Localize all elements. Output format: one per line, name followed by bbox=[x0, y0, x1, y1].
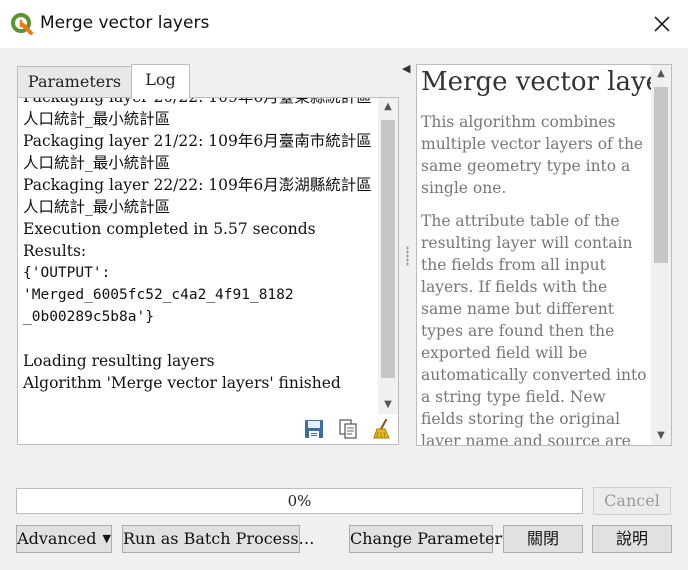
log-line: Results: bbox=[23, 242, 87, 260]
advanced-label: Advanced bbox=[17, 529, 97, 548]
help-scrollbar[interactable]: ▲ ▼ bbox=[651, 65, 671, 445]
help-title: Merge vector layers bbox=[421, 67, 672, 97]
qgis-icon bbox=[11, 13, 33, 35]
log-line: Packaging layer 22/22: 109年6月澎湖縣統計區 bbox=[23, 176, 372, 194]
log-panel: Packaging layer 20/22: 109年6月臺東縣統計區 人口統計… bbox=[17, 97, 399, 445]
log-line: Algorithm 'Merge vector layers' finished bbox=[23, 374, 341, 392]
help-paragraph: The attribute table of the resulting lay… bbox=[421, 212, 647, 446]
log-line: 人口統計_最小統計區 bbox=[23, 198, 171, 216]
progress-bar: 0% bbox=[16, 488, 583, 514]
save-icon[interactable] bbox=[303, 418, 325, 440]
log-toolbar bbox=[18, 414, 398, 444]
help-button[interactable]: 說明 bbox=[592, 525, 672, 553]
scrollbar-thumb[interactable] bbox=[654, 87, 668, 263]
window-title: Merge vector layers bbox=[40, 13, 210, 33]
log-line: Execution completed in 5.57 seconds bbox=[23, 220, 316, 238]
cancel-button[interactable]: Cancel bbox=[593, 487, 671, 515]
tab-parameters[interactable]: Parameters bbox=[17, 66, 132, 98]
tab-log[interactable]: Log bbox=[131, 64, 190, 99]
scrollbar-thumb[interactable] bbox=[381, 120, 395, 378]
collapse-arrow-icon[interactable]: ◀ bbox=[402, 62, 410, 75]
scroll-up-arrow-icon[interactable]: ▲ bbox=[651, 65, 671, 83]
scroll-down-arrow-icon[interactable]: ▼ bbox=[378, 396, 398, 414]
log-line: Loading resulting layers bbox=[23, 352, 215, 370]
log-line: Packaging layer 21/22: 109年6月臺南市統計區 bbox=[23, 132, 372, 150]
result-line: {'OUTPUT': bbox=[23, 265, 111, 281]
log-line: 人口統計_最小統計區 bbox=[23, 110, 171, 128]
help-panel: Merge vector layers This algorithm combi… bbox=[416, 64, 672, 446]
progress-label: 0% bbox=[287, 492, 312, 510]
clear-icon[interactable] bbox=[371, 418, 393, 440]
scroll-down-arrow-icon[interactable]: ▼ bbox=[651, 427, 671, 445]
scroll-up-arrow-icon[interactable]: ▲ bbox=[378, 98, 398, 116]
chevron-down-icon: ▼ bbox=[102, 532, 111, 545]
log-text-area[interactable]: Packaging layer 20/22: 109年6月臺東縣統計區 人口統計… bbox=[18, 98, 376, 414]
title-bar: Merge vector layers bbox=[0, 0, 688, 48]
log-line: 人口統計_最小統計區 bbox=[23, 154, 171, 172]
copy-icon[interactable] bbox=[337, 418, 359, 440]
batch-process-button[interactable]: Run as Batch Process… bbox=[122, 525, 315, 553]
log-line: Packaging layer 20/22: 109年6月臺東縣統計區 bbox=[23, 98, 373, 108]
splitter-grip-icon bbox=[406, 246, 409, 266]
log-scrollbar[interactable]: ▲ ▼ bbox=[378, 98, 398, 414]
close-icon[interactable] bbox=[650, 12, 674, 36]
advanced-button[interactable]: Advanced ▼ bbox=[16, 525, 112, 553]
change-parameters-button[interactable]: Change Parameters bbox=[349, 525, 510, 553]
result-line: 'Merged_6005fc52_c4a2_4f91_8182 bbox=[23, 287, 294, 303]
result-line: _0b00289c5b8a'} bbox=[23, 309, 154, 325]
close-button[interactable]: 關閉 bbox=[503, 525, 583, 553]
help-paragraph: This algorithm combines multiple vector … bbox=[421, 113, 644, 197]
help-text: This algorithm combines multiple vector … bbox=[421, 111, 651, 446]
